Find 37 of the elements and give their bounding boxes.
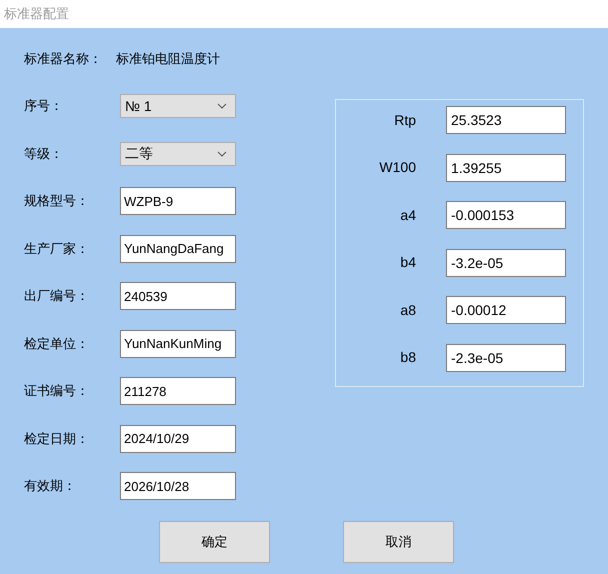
- coefficient-label: a8: [399, 300, 416, 320]
- input-field[interactable]: WZPB-9: [120, 187, 236, 215]
- coefficient-label: b8: [399, 348, 416, 367]
- input-field[interactable]: 1.39255: [446, 154, 566, 182]
- coefficient-label: W100: [378, 158, 416, 177]
- input-field[interactable]: 211278: [120, 377, 236, 405]
- dialog-button[interactable]: 取消: [343, 521, 454, 563]
- standard-name: 标准铂电阻温度计: [116, 50, 220, 68]
- coefficient-label: b4: [399, 253, 416, 272]
- coefficient-label: a4: [399, 206, 416, 224]
- field-label: 序号：: [24, 97, 64, 116]
- chevron-down-icon: [217, 150, 227, 156]
- field-label: 规格型号：: [24, 192, 90, 210]
- dialog-button[interactable]: 确定: [159, 521, 270, 563]
- dropdown[interactable]: 二等: [120, 142, 236, 166]
- field-label: 生产厂家：: [24, 240, 90, 258]
- field-label: 出厂编号：: [24, 287, 90, 306]
- input-field[interactable]: 240539: [120, 282, 236, 310]
- coefficient-label: Rtp: [393, 110, 416, 130]
- field-label: 标准器名称：: [24, 50, 102, 68]
- chevron-down-icon: [217, 103, 227, 109]
- input-field[interactable]: -0.00012: [446, 296, 566, 324]
- input-field[interactable]: 2024/10/29: [120, 424, 236, 452]
- window-title: 标准器配置: [4, 5, 69, 24]
- input-field[interactable]: -2.3e-05: [446, 344, 566, 372]
- field-label: 等级：: [24, 144, 64, 163]
- field-label: 检定单位：: [24, 334, 90, 353]
- input-field[interactable]: -3.2e-05: [446, 248, 566, 276]
- input-field[interactable]: YunNangDaFang: [120, 234, 236, 262]
- field-label: 有效期：: [24, 477, 77, 496]
- input-field[interactable]: 2026/10/28: [120, 472, 236, 500]
- dropdown[interactable]: № 1: [120, 94, 236, 118]
- field-label: 检定日期：: [24, 430, 90, 448]
- field-label: 证书编号：: [24, 382, 90, 400]
- input-field[interactable]: -0.000153: [446, 201, 566, 229]
- input-field[interactable]: 25.3523: [446, 106, 566, 134]
- input-field[interactable]: YunNanKunMing: [120, 330, 236, 358]
